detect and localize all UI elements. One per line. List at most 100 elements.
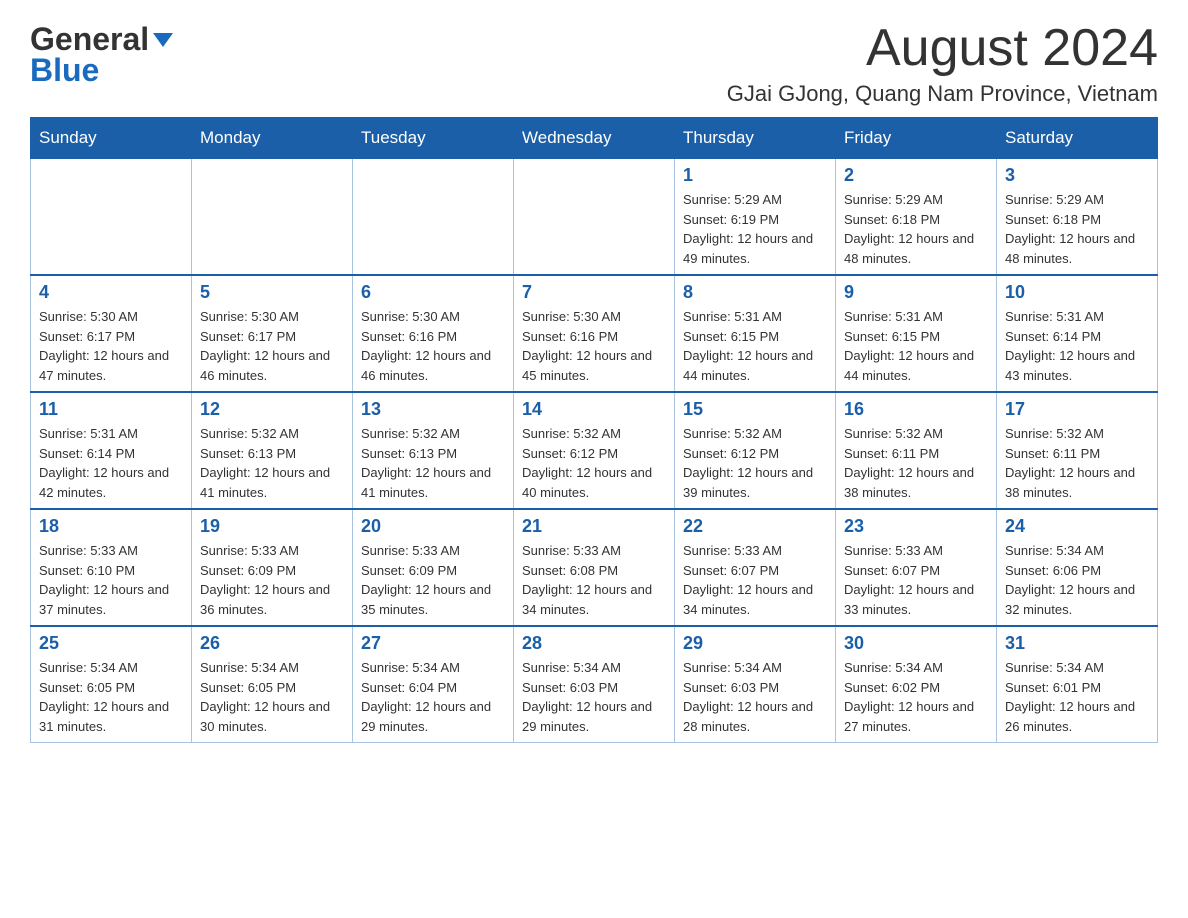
day-number: 13 [361, 399, 505, 420]
day-info: Sunrise: 5:31 AMSunset: 6:15 PMDaylight:… [844, 307, 988, 385]
table-row: 13 Sunrise: 5:32 AMSunset: 6:13 PMDayligh… [353, 392, 514, 509]
table-row: 16Sunrise: 5:32 AMSunset: 6:11 PMDayligh… [836, 392, 997, 509]
day-number: 29 [683, 633, 827, 654]
day-info: Sunrise: 5:34 AMSunset: 6:01 PMDaylight:… [1005, 658, 1149, 736]
day-info: Sunrise: 5:30 AMSunset: 6:16 PMDaylight:… [361, 307, 505, 385]
table-row: 29 Sunrise: 5:34 AMSunset: 6:03 PMDayligh… [675, 626, 836, 743]
col-monday: Monday [192, 118, 353, 159]
day-info: Sunrise: 5:34 AMSunset: 6:06 PMDaylight:… [1005, 541, 1149, 619]
day-number: 9 [844, 282, 988, 303]
day-number: 16 [844, 399, 988, 420]
day-number: 25 [39, 633, 183, 654]
day-info: Sunrise: 5:30 AMSunset: 6:17 PMDaylight:… [39, 307, 183, 385]
table-row: 27 Sunrise: 5:34 AMSunset: 6:04 PMDayligh… [353, 626, 514, 743]
table-row: 2 Sunrise: 5:29 AMSunset: 6:18 PMDaylight… [836, 159, 997, 276]
day-number: 1 [683, 165, 827, 186]
day-number: 28 [522, 633, 666, 654]
calendar-table: Sunday Monday Tuesday Wednesday Thursday… [30, 117, 1158, 743]
day-number: 7 [522, 282, 666, 303]
day-info: Sunrise: 5:32 AMSunset: 6:13 PMDaylight:… [200, 424, 344, 502]
day-number: 21 [522, 516, 666, 537]
day-number: 27 [361, 633, 505, 654]
table-row: 18Sunrise: 5:33 AMSunset: 6:10 PMDayligh… [31, 509, 192, 626]
day-info: Sunrise: 5:34 AMSunset: 6:03 PMDaylight:… [522, 658, 666, 736]
day-info: Sunrise: 5:34 AMSunset: 6:02 PMDaylight:… [844, 658, 988, 736]
day-number: 20 [361, 516, 505, 537]
table-row: 7 Sunrise: 5:30 AMSunset: 6:16 PMDaylight… [514, 275, 675, 392]
table-row: 24 Sunrise: 5:34 AMSunset: 6:06 PMDayligh… [997, 509, 1158, 626]
day-info: Sunrise: 5:33 AMSunset: 6:09 PMDaylight:… [200, 541, 344, 619]
day-info: Sunrise: 5:33 AMSunset: 6:07 PMDaylight:… [844, 541, 988, 619]
day-info: Sunrise: 5:33 AMSunset: 6:08 PMDaylight:… [522, 541, 666, 619]
col-thursday: Thursday [675, 118, 836, 159]
day-number: 5 [200, 282, 344, 303]
table-row: 19Sunrise: 5:33 AMSunset: 6:09 PMDayligh… [192, 509, 353, 626]
logo-triangle-icon [153, 33, 173, 47]
calendar-header-row: Sunday Monday Tuesday Wednesday Thursday… [31, 118, 1158, 159]
day-info: Sunrise: 5:29 AMSunset: 6:18 PMDaylight:… [844, 190, 988, 268]
table-row: 26Sunrise: 5:34 AMSunset: 6:05 PMDayligh… [192, 626, 353, 743]
table-row: 20 Sunrise: 5:33 AMSunset: 6:09 PMDayligh… [353, 509, 514, 626]
day-number: 8 [683, 282, 827, 303]
table-row: 11 Sunrise: 5:31 AMSunset: 6:14 PMDayligh… [31, 392, 192, 509]
day-info: Sunrise: 5:31 AMSunset: 6:15 PMDaylight:… [683, 307, 827, 385]
calendar-week-row: 18Sunrise: 5:33 AMSunset: 6:10 PMDayligh… [31, 509, 1158, 626]
day-number: 17 [1005, 399, 1149, 420]
day-info: Sunrise: 5:33 AMSunset: 6:09 PMDaylight:… [361, 541, 505, 619]
day-info: Sunrise: 5:32 AMSunset: 6:12 PMDaylight:… [522, 424, 666, 502]
day-info: Sunrise: 5:32 AMSunset: 6:12 PMDaylight:… [683, 424, 827, 502]
table-row: 17 Sunrise: 5:32 AMSunset: 6:11 PMDayligh… [997, 392, 1158, 509]
table-row: 4Sunrise: 5:30 AMSunset: 6:17 PMDaylight… [31, 275, 192, 392]
table-row: 3Sunrise: 5:29 AMSunset: 6:18 PMDaylight… [997, 159, 1158, 276]
calendar-week-row: 11 Sunrise: 5:31 AMSunset: 6:14 PMDayligh… [31, 392, 1158, 509]
day-info: Sunrise: 5:30 AMSunset: 6:17 PMDaylight:… [200, 307, 344, 385]
day-info: Sunrise: 5:34 AMSunset: 6:05 PMDaylight:… [200, 658, 344, 736]
day-number: 6 [361, 282, 505, 303]
logo: General Blue [30, 20, 173, 86]
table-row: 22Sunrise: 5:33 AMSunset: 6:07 PMDayligh… [675, 509, 836, 626]
table-row: 9 Sunrise: 5:31 AMSunset: 6:15 PMDaylight… [836, 275, 997, 392]
col-tuesday: Tuesday [353, 118, 514, 159]
day-info: Sunrise: 5:29 AMSunset: 6:19 PMDaylight:… [683, 190, 827, 268]
day-number: 31 [1005, 633, 1149, 654]
col-wednesday: Wednesday [514, 118, 675, 159]
day-info: Sunrise: 5:34 AMSunset: 6:04 PMDaylight:… [361, 658, 505, 736]
col-sunday: Sunday [31, 118, 192, 159]
day-info: Sunrise: 5:33 AMSunset: 6:07 PMDaylight:… [683, 541, 827, 619]
table-row [192, 159, 353, 276]
day-info: Sunrise: 5:30 AMSunset: 6:16 PMDaylight:… [522, 307, 666, 385]
day-number: 24 [1005, 516, 1149, 537]
calendar-week-row: 25 Sunrise: 5:34 AMSunset: 6:05 PMDayligh… [31, 626, 1158, 743]
table-row [31, 159, 192, 276]
day-info: Sunrise: 5:34 AMSunset: 6:03 PMDaylight:… [683, 658, 827, 736]
table-row: 14Sunrise: 5:32 AMSunset: 6:12 PMDayligh… [514, 392, 675, 509]
day-info: Sunrise: 5:31 AMSunset: 6:14 PMDaylight:… [39, 424, 183, 502]
location-title: GJai GJong, Quang Nam Province, Vietnam [727, 81, 1158, 107]
table-row: 23 Sunrise: 5:33 AMSunset: 6:07 PMDayligh… [836, 509, 997, 626]
day-info: Sunrise: 5:32 AMSunset: 6:11 PMDaylight:… [1005, 424, 1149, 502]
day-number: 30 [844, 633, 988, 654]
day-number: 23 [844, 516, 988, 537]
col-friday: Friday [836, 118, 997, 159]
day-info: Sunrise: 5:31 AMSunset: 6:14 PMDaylight:… [1005, 307, 1149, 385]
table-row: 12 Sunrise: 5:32 AMSunset: 6:13 PMDayligh… [192, 392, 353, 509]
day-number: 12 [200, 399, 344, 420]
table-row: 28 Sunrise: 5:34 AMSunset: 6:03 PMDayligh… [514, 626, 675, 743]
day-info: Sunrise: 5:32 AMSunset: 6:13 PMDaylight:… [361, 424, 505, 502]
day-info: Sunrise: 5:34 AMSunset: 6:05 PMDaylight:… [39, 658, 183, 736]
table-row: 8 Sunrise: 5:31 AMSunset: 6:15 PMDaylight… [675, 275, 836, 392]
page-header: General Blue August 2024 GJai GJong, Qua… [30, 20, 1158, 107]
table-row: 30 Sunrise: 5:34 AMSunset: 6:02 PMDayligh… [836, 626, 997, 743]
table-row: 5 Sunrise: 5:30 AMSunset: 6:17 PMDaylight… [192, 275, 353, 392]
day-number: 11 [39, 399, 183, 420]
table-row: 6 Sunrise: 5:30 AMSunset: 6:16 PMDaylight… [353, 275, 514, 392]
day-number: 2 [844, 165, 988, 186]
logo-blue-text: Blue [30, 54, 99, 86]
table-row [353, 159, 514, 276]
calendar-week-row: 1 Sunrise: 5:29 AMSunset: 6:19 PMDaylight… [31, 159, 1158, 276]
calendar-week-row: 4Sunrise: 5:30 AMSunset: 6:17 PMDaylight… [31, 275, 1158, 392]
table-row [514, 159, 675, 276]
table-row: 1 Sunrise: 5:29 AMSunset: 6:19 PMDaylight… [675, 159, 836, 276]
day-number: 10 [1005, 282, 1149, 303]
day-number: 3 [1005, 165, 1149, 186]
